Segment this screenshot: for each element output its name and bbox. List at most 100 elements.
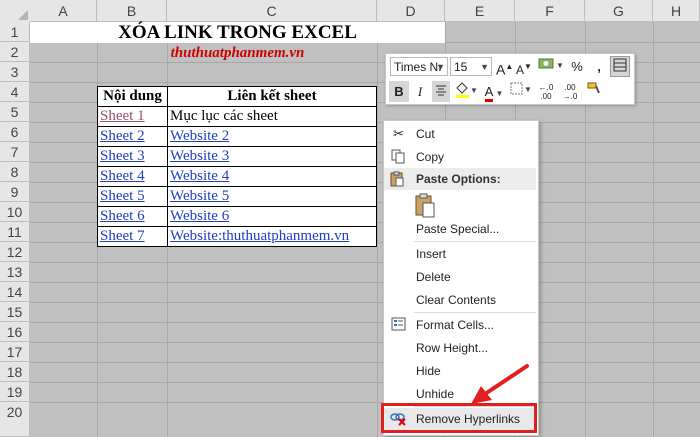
sheet-subtitle[interactable]: thuthuatphanmem.vn bbox=[30, 43, 445, 63]
row-header-14[interactable]: 14 bbox=[0, 282, 30, 302]
row-header-5[interactable]: 5 bbox=[0, 102, 30, 122]
copy-icon bbox=[390, 149, 407, 165]
paintbrush-icon bbox=[587, 82, 600, 94]
website-link[interactable]: Website 4 bbox=[170, 168, 229, 184]
menu-item-label: Format Cells... bbox=[416, 318, 495, 332]
row-header-15[interactable]: 15 bbox=[0, 302, 30, 322]
sheet-link[interactable]: Sheet 5 bbox=[100, 188, 145, 204]
row-header-9[interactable]: 9 bbox=[0, 182, 30, 202]
italic-button[interactable]: I bbox=[411, 81, 429, 102]
borders-icon: ▼ bbox=[510, 82, 532, 95]
svg-text:▼: ▼ bbox=[470, 86, 478, 95]
column-header-a[interactable]: A bbox=[30, 0, 97, 22]
row-header-20[interactable]: 20 bbox=[0, 402, 30, 437]
row-header-17[interactable]: 17 bbox=[0, 342, 30, 362]
menu-item-insert[interactable]: Insert bbox=[384, 243, 536, 265]
decrease-font-size-button[interactable]: A▼ bbox=[516, 56, 532, 77]
menu-item-delete[interactable]: Delete bbox=[384, 266, 536, 288]
links-table: Nội dung Liên kết sheet Sheet 1 Mục lục … bbox=[97, 86, 377, 247]
font-name-value: Times Nı bbox=[394, 60, 442, 74]
format-painter-button[interactable] bbox=[584, 81, 604, 102]
row-header-10[interactable]: 10 bbox=[0, 202, 30, 222]
comma-style-button[interactable]: , bbox=[592, 56, 606, 77]
table-row: Sheet 4 Website 4 bbox=[97, 166, 377, 187]
row-header-11[interactable]: 11 bbox=[0, 222, 30, 242]
website-link[interactable]: Website:thuthuatphanmem.vn bbox=[170, 228, 349, 244]
website-link[interactable]: Website 2 bbox=[170, 128, 229, 144]
table-format-icon bbox=[613, 58, 627, 72]
row-header-7[interactable]: 7 bbox=[0, 142, 30, 162]
row-header-4[interactable]: 4 bbox=[0, 82, 30, 102]
row-header-12[interactable]: 12 bbox=[0, 242, 30, 262]
paste-options-header: Paste Options: bbox=[384, 168, 536, 190]
percent-style-button[interactable]: % bbox=[568, 56, 586, 77]
center-align-button[interactable] bbox=[432, 81, 450, 102]
table-row: Sheet 2 Website 2 bbox=[97, 126, 377, 147]
increase-decimal-button[interactable]: ←.0.00 bbox=[536, 81, 556, 102]
increase-font-size-button[interactable]: A▲ bbox=[496, 56, 513, 78]
menu-item-clear-contents[interactable]: Clear Contents bbox=[384, 289, 536, 311]
select-all-corner[interactable] bbox=[0, 0, 30, 22]
column-header-b[interactable]: B bbox=[97, 0, 167, 22]
table-row: Sheet 3 Website 3 bbox=[97, 146, 377, 167]
row-header-16[interactable]: 16 bbox=[0, 322, 30, 342]
table-row: Sheet 7 Website:thuthuatphanmem.vn bbox=[97, 226, 377, 247]
row-header-6[interactable]: 6 bbox=[0, 122, 30, 142]
website-link[interactable]: Website 6 bbox=[170, 208, 229, 224]
menu-item-label: Delete bbox=[416, 270, 451, 284]
menu-item-copy[interactable]: Copy bbox=[384, 146, 536, 168]
table-header-link[interactable]: Liên kết sheet bbox=[167, 86, 377, 107]
table-cell[interactable]: Mục lục các sheet bbox=[167, 106, 377, 127]
row-header-3[interactable]: 3 bbox=[0, 62, 30, 82]
menu-item-row-height[interactable]: Row Height... bbox=[384, 337, 536, 359]
menu-item-format-cells[interactable]: Format Cells... bbox=[384, 314, 536, 336]
column-header-c[interactable]: C bbox=[167, 0, 377, 22]
sheet-link[interactable]: Sheet 3 bbox=[100, 148, 145, 164]
svg-text:▼: ▼ bbox=[556, 61, 563, 70]
decrease-decimal-button[interactable]: .00 →.0 bbox=[560, 81, 580, 102]
paste-button[interactable] bbox=[414, 193, 440, 219]
font-name-combo[interactable]: Times Nı ▼ bbox=[390, 57, 448, 76]
sheet-link[interactable]: Sheet 1 bbox=[100, 108, 145, 124]
sheet-link[interactable]: Sheet 4 bbox=[100, 168, 145, 184]
website-link[interactable]: Website 5 bbox=[170, 188, 229, 204]
table-header-content[interactable]: Nội dung bbox=[97, 86, 168, 107]
fill-color-button[interactable]: ▼ bbox=[454, 81, 478, 102]
menu-item-label: Hide bbox=[416, 364, 441, 378]
chevron-down-icon: ▼ bbox=[480, 62, 489, 72]
menu-item-paste-special[interactable]: Paste Special... bbox=[384, 218, 536, 240]
column-header-e[interactable]: E bbox=[445, 0, 515, 22]
scissors-icon: ✂ bbox=[393, 126, 404, 141]
mini-toolbar: Times Nı ▼ 15 ▼ A▲ A▼ ▼ % , B I ▼ A ▼ ▼ bbox=[385, 53, 635, 105]
menu-item-label: Row Height... bbox=[416, 341, 489, 355]
row-header-13[interactable]: 13 bbox=[0, 262, 30, 282]
sheet-link[interactable]: Sheet 2 bbox=[100, 128, 145, 144]
accounting-format-button[interactable]: ▼ bbox=[536, 56, 564, 77]
paste-clipboard-icon bbox=[415, 193, 435, 218]
row-header-8[interactable]: 8 bbox=[0, 162, 30, 182]
menu-item-label: Insert bbox=[416, 247, 447, 261]
table-row: Sheet 5 Website 5 bbox=[97, 186, 377, 207]
bold-button[interactable]: B bbox=[389, 81, 409, 102]
clipboard-icon bbox=[390, 171, 405, 192]
row-header-1[interactable]: 1 bbox=[0, 22, 30, 42]
website-link[interactable]: Website 3 bbox=[170, 148, 229, 164]
sheet-title[interactable]: XÓA LINK TRONG EXCEL bbox=[30, 22, 445, 43]
row-header-2[interactable]: 2 bbox=[0, 42, 30, 62]
format-painter-table-button[interactable] bbox=[610, 56, 630, 77]
column-header-h[interactable]: H bbox=[653, 0, 700, 22]
menu-item-cut[interactable]: ✂ Cut bbox=[384, 123, 536, 145]
sheet-link[interactable]: Sheet 6 bbox=[100, 208, 145, 224]
row-header-19[interactable]: 19 bbox=[0, 382, 30, 402]
align-center-icon bbox=[436, 85, 446, 96]
row-header-18[interactable]: 18 bbox=[0, 362, 30, 382]
font-size-combo[interactable]: 15 ▼ bbox=[450, 57, 492, 76]
column-header-g[interactable]: G bbox=[585, 0, 653, 22]
font-size-value: 15 bbox=[454, 60, 468, 74]
column-header-f[interactable]: F bbox=[515, 0, 585, 22]
sheet-link[interactable]: Sheet 7 bbox=[100, 228, 145, 244]
column-header-d[interactable]: D bbox=[377, 0, 445, 22]
font-color-button[interactable]: A ▼ bbox=[482, 81, 506, 102]
borders-button[interactable]: ▼ bbox=[510, 81, 532, 102]
menu-item-label: Unhide bbox=[416, 387, 455, 401]
